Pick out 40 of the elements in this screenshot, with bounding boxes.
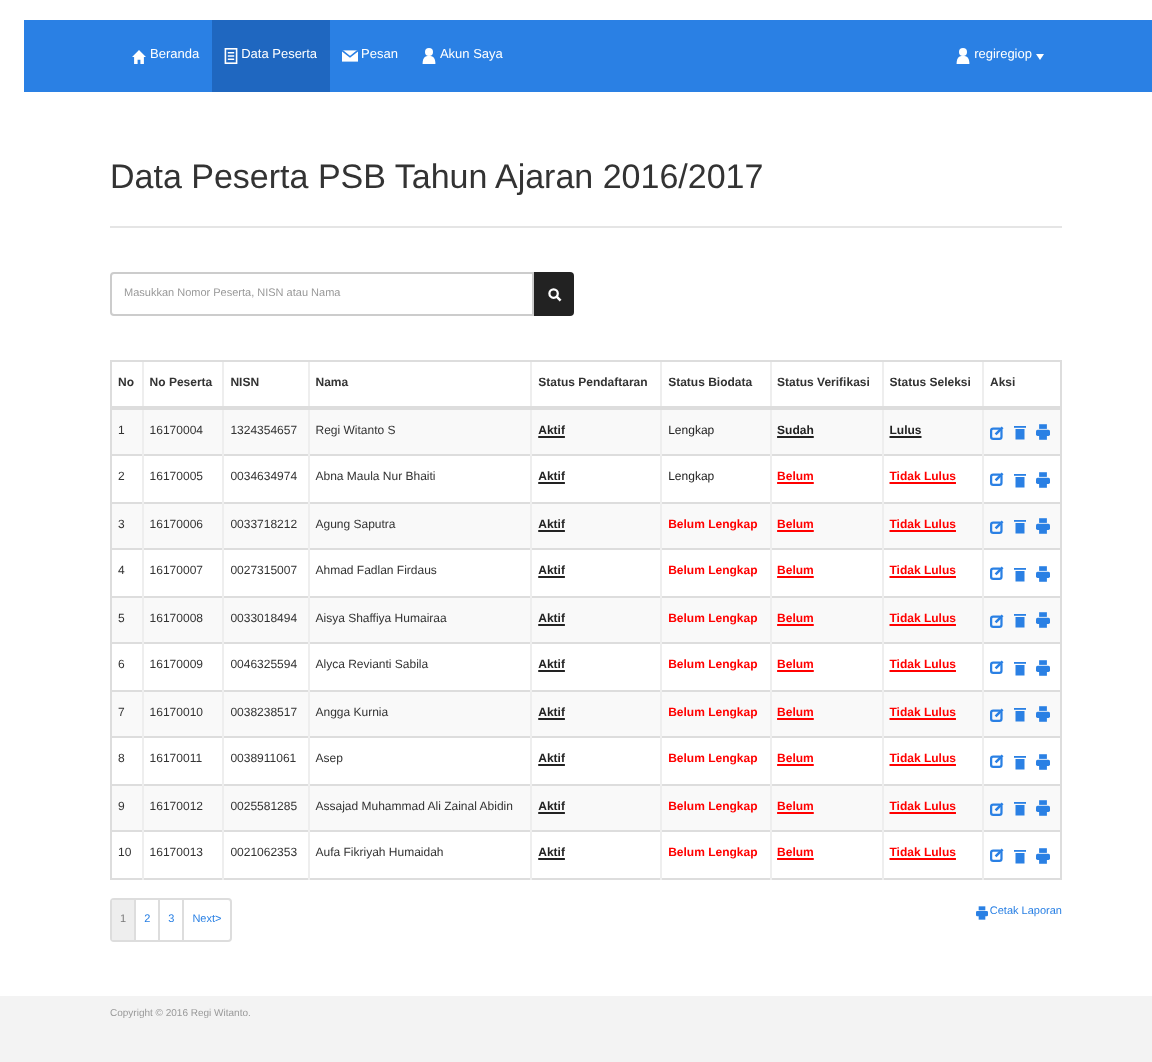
print-icon[interactable] (1035, 565, 1050, 582)
caret-icon (1036, 53, 1044, 59)
edit-icon[interactable] (989, 519, 1004, 534)
trash-icon[interactable] (1013, 706, 1026, 723)
edit-icon[interactable] (989, 707, 1004, 722)
print-icon[interactable] (1035, 612, 1050, 629)
edit-icon[interactable] (989, 801, 1004, 816)
edit-icon[interactable] (989, 848, 1004, 863)
search-icon (547, 287, 561, 302)
trash-icon[interactable] (1013, 753, 1026, 770)
trash-icon[interactable] (1013, 518, 1026, 535)
edit-icon[interactable] (989, 754, 1004, 769)
trash-icon[interactable] (1013, 800, 1026, 817)
search-button[interactable] (534, 272, 574, 317)
print-icon[interactable] (1035, 424, 1050, 441)
trash-icon[interactable] (1013, 565, 1026, 582)
print-icon[interactable] (1035, 471, 1050, 488)
print-icon[interactable] (1035, 706, 1050, 723)
user-icon (956, 48, 971, 64)
edit-icon[interactable] (989, 425, 1004, 440)
trash-icon[interactable] (1013, 612, 1026, 629)
page-title: Data Peserta PSB Tahun Ajaran 2016/2017 (110, 158, 1062, 229)
print-icon[interactable] (1035, 847, 1050, 864)
edit-icon[interactable] (989, 660, 1004, 675)
trash-icon[interactable] (1013, 847, 1026, 864)
trash-icon[interactable] (1013, 471, 1026, 488)
print-icon[interactable] (1035, 800, 1050, 817)
edit-icon[interactable] (989, 566, 1004, 581)
edit-icon[interactable] (989, 472, 1004, 487)
edit-icon[interactable] (989, 613, 1004, 628)
envelope-icon (341, 50, 358, 62)
print-icon[interactable] (1035, 753, 1050, 770)
print-icon (975, 905, 988, 920)
print-icon[interactable] (1035, 518, 1050, 535)
trash-icon[interactable] (1013, 659, 1026, 676)
print-icon[interactable] (1035, 659, 1050, 676)
document-icon (223, 48, 238, 64)
trash-icon[interactable] (1013, 424, 1026, 441)
user-icon (421, 48, 436, 64)
house-icon (132, 49, 146, 63)
